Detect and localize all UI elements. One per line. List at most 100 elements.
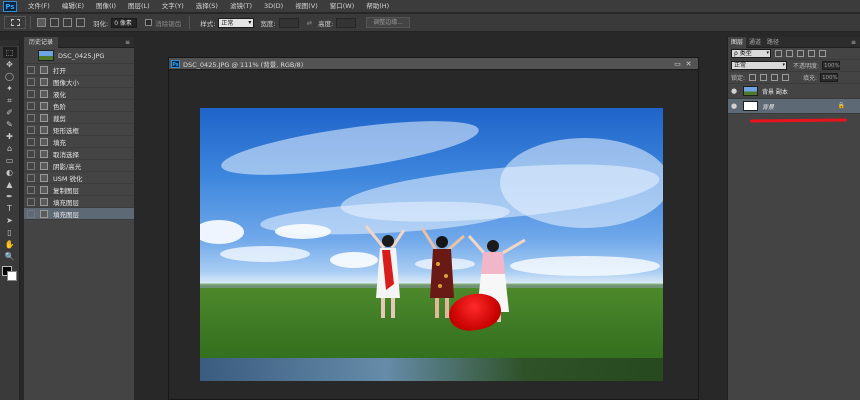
lasso-tool-icon[interactable]: ◯ — [3, 71, 17, 82]
history-source-box[interactable] — [27, 161, 35, 170]
history-item[interactable]: 图像大小 — [24, 76, 134, 88]
filter-smart-icon[interactable] — [819, 50, 826, 57]
toolbox-grip[interactable] — [0, 40, 19, 46]
new-selection-button[interactable] — [37, 18, 46, 27]
history-source-box[interactable] — [27, 149, 35, 158]
hand-tool-icon[interactable]: ✋ — [3, 239, 17, 250]
history-source-box[interactable] — [27, 173, 35, 182]
history-source-box[interactable] — [27, 77, 35, 86]
eyedropper-tool-icon[interactable]: ✐ — [3, 107, 17, 118]
history-item[interactable]: 填充图层 — [24, 196, 134, 208]
color-swatches[interactable] — [1, 266, 18, 282]
subtract-selection-button[interactable] — [63, 18, 72, 27]
swap-icon[interactable]: ⇄ — [307, 19, 312, 27]
layer-row[interactable]: ● 背景 副本 — [728, 84, 860, 99]
photo-canvas[interactable] — [200, 108, 663, 381]
history-item[interactable]: 复制图层 — [24, 184, 134, 196]
menu-3d[interactable]: 3D(D) — [258, 0, 289, 13]
document-title-bar[interactable]: Ps DSC_0425.JPG @ 111% (背景, RGB/8) ▭ ✕ — [169, 58, 698, 70]
blend-mode-select[interactable]: 正常 — [731, 61, 787, 70]
history-tab[interactable]: 历史记录 — [24, 36, 59, 48]
menu-layer[interactable]: 图层(L) — [122, 0, 156, 13]
feather-input[interactable]: 0 像素 — [111, 17, 138, 28]
pen-tool-icon[interactable]: ✒ — [3, 191, 17, 202]
history-snapshot[interactable]: DSC_0425.JPG — [24, 48, 134, 64]
layer-row-selected[interactable]: ● 背景 🔒 — [728, 99, 860, 114]
filter-shape-icon[interactable] — [808, 50, 815, 57]
history-item[interactable]: 阴影/高光 — [24, 160, 134, 172]
quick-select-tool-icon[interactable]: ✦ — [3, 83, 17, 94]
tab-paths[interactable]: 路径 — [764, 37, 782, 48]
menu-type[interactable]: 文字(Y) — [156, 0, 190, 13]
menu-file[interactable]: 文件(F) — [22, 0, 56, 13]
history-item-current[interactable]: 填充图层 — [24, 208, 134, 220]
document-tab[interactable]: DSC_0425.JPG @ 111% (背景, RGB/8) — [183, 59, 303, 69]
history-item[interactable]: USM 锐化 — [24, 172, 134, 184]
opacity-input[interactable]: 100% — [822, 61, 841, 70]
history-source-box[interactable] — [27, 197, 35, 206]
move-tool-icon[interactable]: ✥ — [3, 59, 17, 70]
menu-window[interactable]: 窗口(W) — [324, 0, 361, 13]
refine-edge-button[interactable]: 调整边缘... — [366, 17, 410, 28]
history-source-box[interactable] — [27, 185, 35, 194]
history-source-box[interactable] — [27, 89, 35, 98]
type-tool-icon[interactable]: T — [3, 203, 17, 214]
clone-stamp-tool-icon[interactable]: ✚ — [3, 131, 17, 142]
height-input[interactable] — [336, 17, 357, 28]
menu-help[interactable]: 帮助(H) — [360, 0, 395, 13]
minimize-icon[interactable]: ▭ — [672, 60, 683, 68]
history-source-box[interactable] — [27, 101, 35, 110]
history-source-box[interactable] — [27, 125, 35, 134]
menu-select[interactable]: 选择(S) — [190, 0, 224, 13]
panel-menu-icon[interactable]: ≡ — [125, 39, 130, 46]
history-item[interactable]: 矩形选框 — [24, 124, 134, 136]
history-source-box[interactable] — [27, 137, 35, 146]
menu-image[interactable]: 图像(I) — [90, 0, 122, 13]
add-selection-button[interactable] — [50, 18, 59, 27]
filter-type-icon[interactable] — [797, 50, 804, 57]
tab-layers[interactable]: 图层 — [728, 36, 747, 48]
zoom-tool-icon[interactable]: 🔍 — [3, 251, 17, 262]
filter-pixel-icon[interactable] — [775, 50, 782, 57]
eye-icon[interactable]: ● — [731, 102, 740, 110]
lock-position-icon[interactable] — [771, 74, 779, 81]
tool-preset-picker[interactable] — [4, 16, 26, 29]
shape-tool-icon[interactable]: ▯ — [3, 227, 17, 238]
antialias-checkbox[interactable] — [145, 19, 153, 26]
background-color-swatch[interactable] — [6, 271, 17, 281]
eraser-tool-icon[interactable]: ▭ — [3, 155, 17, 166]
history-item[interactable]: 裁剪 — [24, 112, 134, 124]
style-select[interactable]: 正常 — [218, 17, 255, 28]
eye-icon[interactable]: ● — [731, 87, 740, 95]
dodge-tool-icon[interactable]: ◐ — [3, 167, 17, 178]
history-item[interactable]: 液化 — [24, 88, 134, 100]
filter-adjust-icon[interactable] — [786, 50, 793, 57]
lock-transparent-icon[interactable] — [749, 74, 757, 81]
history-item[interactable]: 取消选择 — [24, 148, 134, 160]
brush-tool-icon[interactable]: ✎ — [3, 119, 17, 130]
history-source-box[interactable] — [27, 209, 35, 218]
panel-menu-icon[interactable]: ≡ — [851, 39, 856, 46]
intersect-selection-button[interactable] — [76, 18, 85, 27]
lock-all-icon[interactable] — [782, 74, 790, 81]
fill-input[interactable]: 100% — [820, 73, 839, 82]
close-icon[interactable]: ✕ — [683, 60, 694, 68]
history-item[interactable]: 打开 — [24, 64, 134, 76]
history-brush-tool-icon[interactable]: ⌂ — [3, 143, 17, 154]
blur-tool-icon[interactable]: ▲ — [3, 179, 17, 190]
layer-filter-select[interactable]: ρ 类型 — [731, 49, 771, 58]
canvas-area[interactable] — [169, 71, 698, 399]
path-select-tool-icon[interactable]: ➤ — [3, 215, 17, 226]
tab-channels[interactable]: 通道 — [746, 37, 764, 48]
menu-edit[interactable]: 编辑(E) — [56, 0, 90, 13]
crop-tool-icon[interactable]: ⌗ — [3, 95, 17, 106]
history-item[interactable]: 色阶 — [24, 100, 134, 112]
menu-view[interactable]: 视图(V) — [289, 0, 324, 13]
menu-filter[interactable]: 滤镜(T) — [224, 0, 258, 13]
history-source-box[interactable] — [27, 65, 35, 74]
width-input[interactable] — [278, 17, 299, 28]
history-source-box[interactable] — [27, 113, 35, 122]
marquee-tool-icon[interactable]: ⬚ — [2, 47, 17, 58]
lock-pixels-icon[interactable] — [760, 74, 768, 81]
history-item[interactable]: 填充 — [24, 136, 134, 148]
